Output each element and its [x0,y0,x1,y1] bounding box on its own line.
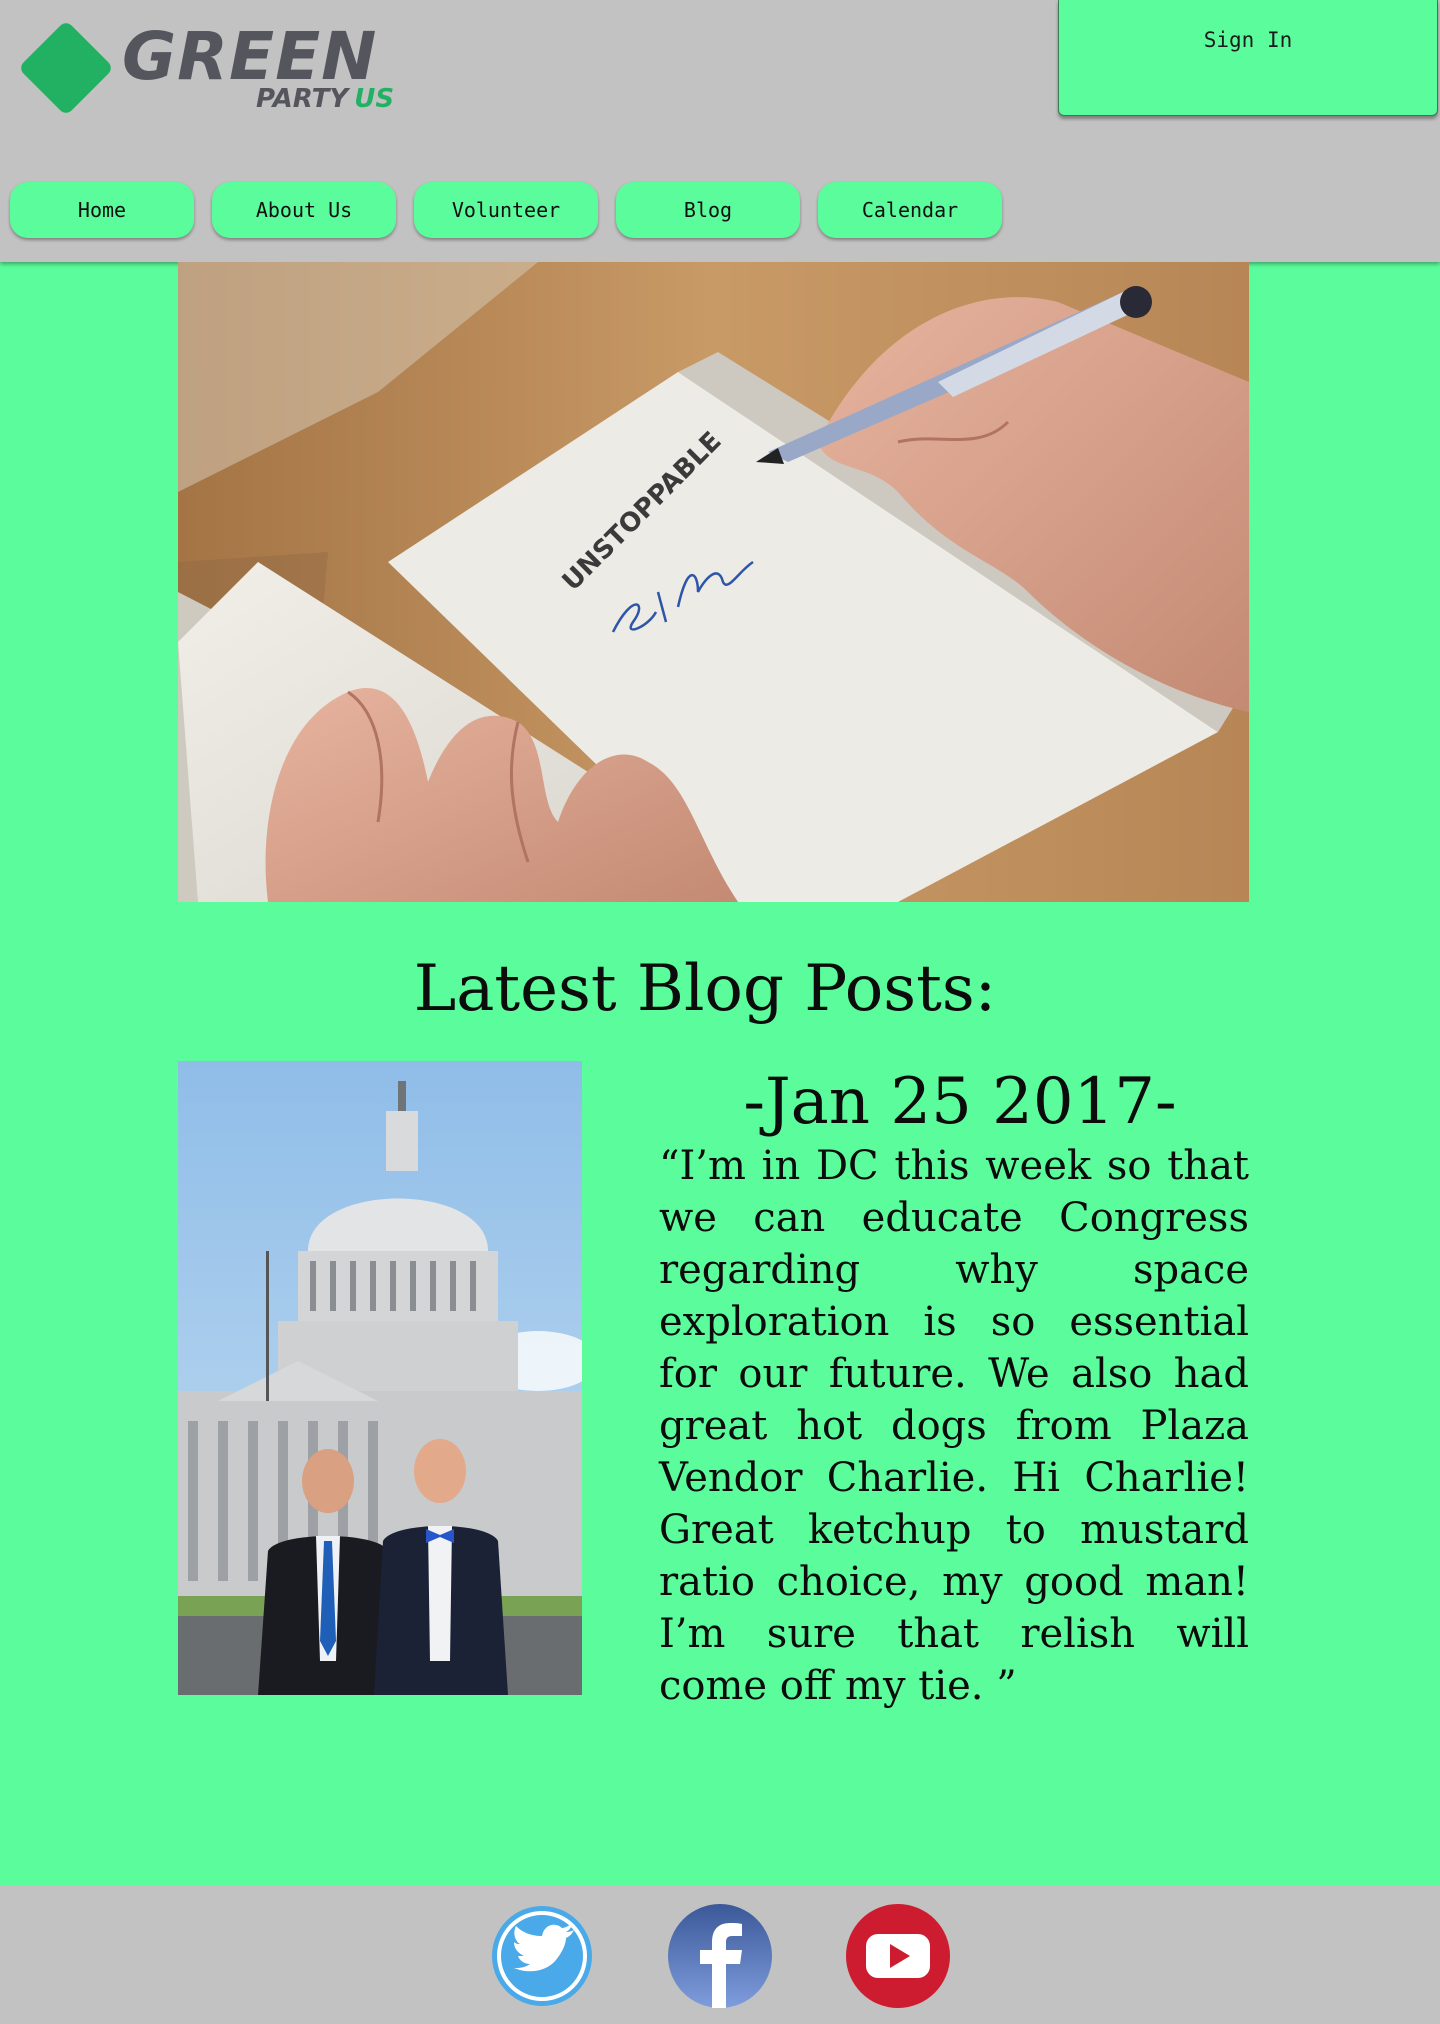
post-photo[interactable] [178,1061,582,1695]
green-party-logo[interactable]: GREEN PARTY US [14,16,404,117]
nav-about-us[interactable]: About Us [212,182,396,238]
site-header: GREEN PARTY US Sign In Home About Us Volu… [0,0,1440,262]
youtube-icon [846,1904,950,2008]
nav-home[interactable]: Home [10,182,194,238]
site-footer [0,1886,1440,2024]
twitter-icon [492,1906,592,2006]
capitol-photo [178,1061,582,1695]
logo-subtitle: PARTY US [256,86,394,112]
logo-party-text: PARTY [256,84,349,114]
facebook-icon [668,1904,772,2008]
logo-diamond-icon [17,19,115,117]
nav-volunteer[interactable]: Volunteer [414,182,598,238]
post-date: -Jan 25 2017- [743,1065,1177,1139]
nav-calendar[interactable]: Calendar [818,182,1002,238]
logo-us-text: US [354,84,395,114]
youtube-link[interactable] [836,1904,960,2008]
twitter-link[interactable] [480,1904,604,2008]
facebook-link[interactable] [658,1904,782,2008]
nav-blog[interactable]: Blog [616,182,800,238]
sign-in-button[interactable]: Sign In [1058,0,1438,116]
book-signing-photo: UNSTOPPABLE [178,262,1249,902]
logo-word: GREEN [122,18,378,95]
post-body: “I’m in DC this week so that we can educ… [659,1143,1249,1709]
hero-image: UNSTOPPABLE [178,262,1249,902]
blog-section-heading: Latest Blog Posts: [413,952,997,1026]
